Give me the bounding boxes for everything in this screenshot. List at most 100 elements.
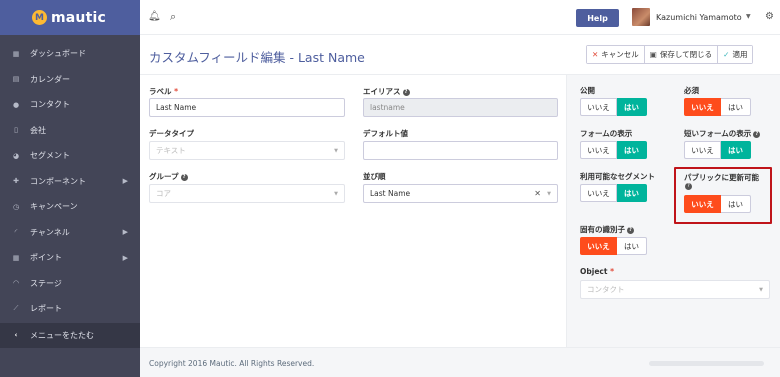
- gear-icon[interactable]: ⚙: [765, 11, 774, 22]
- public-toggle: いいえ はい: [580, 98, 647, 116]
- order-select[interactable]: Last Name ✕ ▼: [363, 184, 558, 203]
- help-button[interactable]: Help: [576, 9, 619, 27]
- sidebar: M mautic ▦ ダッシュボード ▤ カレンダー ● コンタクト ▯ 会社 ◕ セグメ…: [0, 0, 140, 377]
- footer: Copyright 2016 Mautic. All Rights Reserv…: [140, 347, 780, 377]
- logo-text: mautic: [51, 9, 106, 26]
- collapse-menu-button[interactable]: ‹ メニューをたたむ: [0, 322, 140, 348]
- page-title: カスタムフィールド編集 - Last Name: [149, 50, 365, 65]
- help-icon[interactable]: ?: [685, 183, 692, 190]
- caret-down-icon[interactable]: ▼: [547, 191, 551, 197]
- required-label: 必須: [684, 86, 699, 95]
- required-no-button[interactable]: いいえ: [684, 98, 721, 116]
- calculator-icon: ▦: [12, 253, 20, 262]
- caret-down-icon[interactable]: ▼: [746, 13, 751, 20]
- topbar: 🔔︎ ⌕ Help Kazumichi Yamamoto ▼ ⚙: [140, 0, 780, 35]
- form-display-yes-button[interactable]: はい: [617, 141, 647, 159]
- logo[interactable]: M mautic: [0, 0, 140, 35]
- pie-chart-icon: ◕: [12, 151, 20, 160]
- user-icon: ●: [12, 100, 20, 109]
- sidebar-item-contacts[interactable]: ● コンタクト: [0, 92, 140, 118]
- label-input[interactable]: Last Name: [149, 98, 345, 117]
- sidebar-item-dashboard[interactable]: ▦ ダッシュボード: [0, 41, 140, 67]
- unique-id-no-button[interactable]: いいえ: [580, 237, 617, 255]
- cancel-button[interactable]: ✕ キャンセル: [587, 46, 645, 63]
- chevron-left-icon: ‹: [14, 331, 18, 340]
- datatype-field-label: データタイプ: [149, 129, 194, 138]
- sidebar-item-reports[interactable]: ⟋ レポート: [0, 296, 140, 322]
- sidebar-item-label: チャンネル: [30, 227, 70, 237]
- segment-yes-button[interactable]: はい: [617, 184, 647, 202]
- alias-input: lastname: [363, 98, 558, 117]
- help-icon[interactable]: ?: [753, 130, 761, 138]
- rss-icon: ◜: [14, 228, 18, 237]
- sidebar-item-label: セグメント: [30, 151, 70, 161]
- publicly-updatable-label: パブリックに更新可能: [684, 173, 759, 182]
- publicly-updatable-yes-button[interactable]: はい: [721, 195, 751, 213]
- publicly-updatable-no-button[interactable]: いいえ: [684, 195, 721, 213]
- avatar[interactable]: [632, 8, 650, 26]
- sidebar-item-channels[interactable]: ◜ チャンネル ▶: [0, 220, 140, 246]
- public-label: 公開: [580, 86, 595, 95]
- bell-icon[interactable]: 🔔︎: [148, 11, 161, 22]
- sidebar-item-points[interactable]: ▦ ポイント ▶: [0, 245, 140, 271]
- chevron-right-icon: ▶: [122, 177, 128, 186]
- calendar-icon: ▤: [12, 75, 20, 84]
- apply-button[interactable]: ✓ 適用: [718, 46, 753, 63]
- unique-id-yes-button[interactable]: はい: [617, 237, 647, 255]
- form-display-toggle: いいえ はい: [580, 141, 647, 159]
- segment-no-button[interactable]: いいえ: [580, 184, 617, 202]
- help-icon[interactable]: ?: [180, 173, 188, 181]
- sidebar-item-label: キャンペーン: [30, 202, 78, 212]
- required-yes-button[interactable]: はい: [721, 98, 751, 116]
- sidebar-item-label: ダッシュボード: [30, 49, 86, 59]
- object-select: コンタクト ▼: [580, 280, 770, 299]
- check-icon: ✓: [723, 50, 730, 59]
- caret-down-icon: ▼: [334, 190, 338, 197]
- object-label: Object *: [580, 267, 614, 276]
- short-form-yes-button[interactable]: はい: [721, 141, 751, 159]
- default-value-input[interactable]: [363, 141, 558, 160]
- save-close-button[interactable]: ▣ 保存して閉じる: [644, 46, 719, 63]
- sidebar-item-components[interactable]: ✚ コンポーネント ▶: [0, 169, 140, 195]
- sidebar-nav: ▦ ダッシュボード ▤ カレンダー ● コンタクト ▯ 会社 ◕ セグメント ✚ コンポーネ…: [0, 35, 140, 348]
- datatype-select: テキスト ▼: [149, 141, 345, 160]
- sidebar-item-label: ステージ: [30, 278, 62, 288]
- close-icon: ✕: [592, 50, 599, 59]
- group-select: コア ▼: [149, 184, 345, 203]
- field-form: ラベル * Last Name エイリアス? lastname データタイプ テ…: [140, 75, 566, 347]
- help-icon[interactable]: ?: [402, 88, 410, 96]
- line-chart-icon: ⟋: [13, 304, 19, 313]
- unique-id-label: 固有の識別子?: [580, 224, 634, 235]
- sidebar-item-campaigns[interactable]: ◷ キャンペーン: [0, 194, 140, 220]
- publicly-updatable-toggle: いいえ はい: [684, 195, 751, 213]
- sidebar-item-calendar[interactable]: ▤ カレンダー: [0, 67, 140, 93]
- short-form-no-button[interactable]: いいえ: [684, 141, 721, 159]
- puzzle-icon: ✚: [13, 177, 19, 186]
- form-display-no-button[interactable]: いいえ: [580, 141, 617, 159]
- clock-icon: ◷: [12, 202, 20, 211]
- search-icon[interactable]: ⌕: [170, 10, 176, 24]
- public-no-button[interactable]: いいえ: [580, 98, 617, 116]
- public-yes-button[interactable]: はい: [617, 98, 647, 116]
- alias-field-label: エイリアス?: [363, 86, 410, 97]
- cancel-label: キャンセル: [601, 50, 639, 59]
- help-icon[interactable]: ?: [627, 226, 634, 234]
- sidebar-item-segments[interactable]: ◕ セグメント: [0, 143, 140, 169]
- user-name[interactable]: Kazumichi Yamamoto: [656, 13, 742, 22]
- short-form-toggle: いいえ はい: [684, 141, 751, 159]
- segment-toggle: いいえ はい: [580, 184, 647, 202]
- unique-id-toggle: いいえ はい: [580, 237, 647, 255]
- short-form-label: 短いフォームの表示?: [684, 128, 761, 139]
- sidebar-item-stages[interactable]: ◠ ステージ: [0, 271, 140, 297]
- mautic-logo-icon: M: [32, 10, 47, 25]
- tachometer-icon: ◠: [12, 279, 20, 288]
- caret-down-icon: ▼: [334, 147, 338, 154]
- field-options-panel: 公開 いいえ はい 必須 いいえ はい フォームの表示 いいえ はい 短いフォー…: [566, 75, 780, 347]
- caret-down-icon: ▼: [759, 286, 763, 293]
- building-icon: ▯: [14, 126, 18, 135]
- chevron-right-icon: ▶: [122, 228, 128, 237]
- help-label: Help: [587, 13, 608, 23]
- clear-icon[interactable]: ✕: [534, 189, 541, 198]
- horizontal-scrollbar[interactable]: [649, 361, 764, 366]
- sidebar-item-companies[interactable]: ▯ 会社: [0, 118, 140, 144]
